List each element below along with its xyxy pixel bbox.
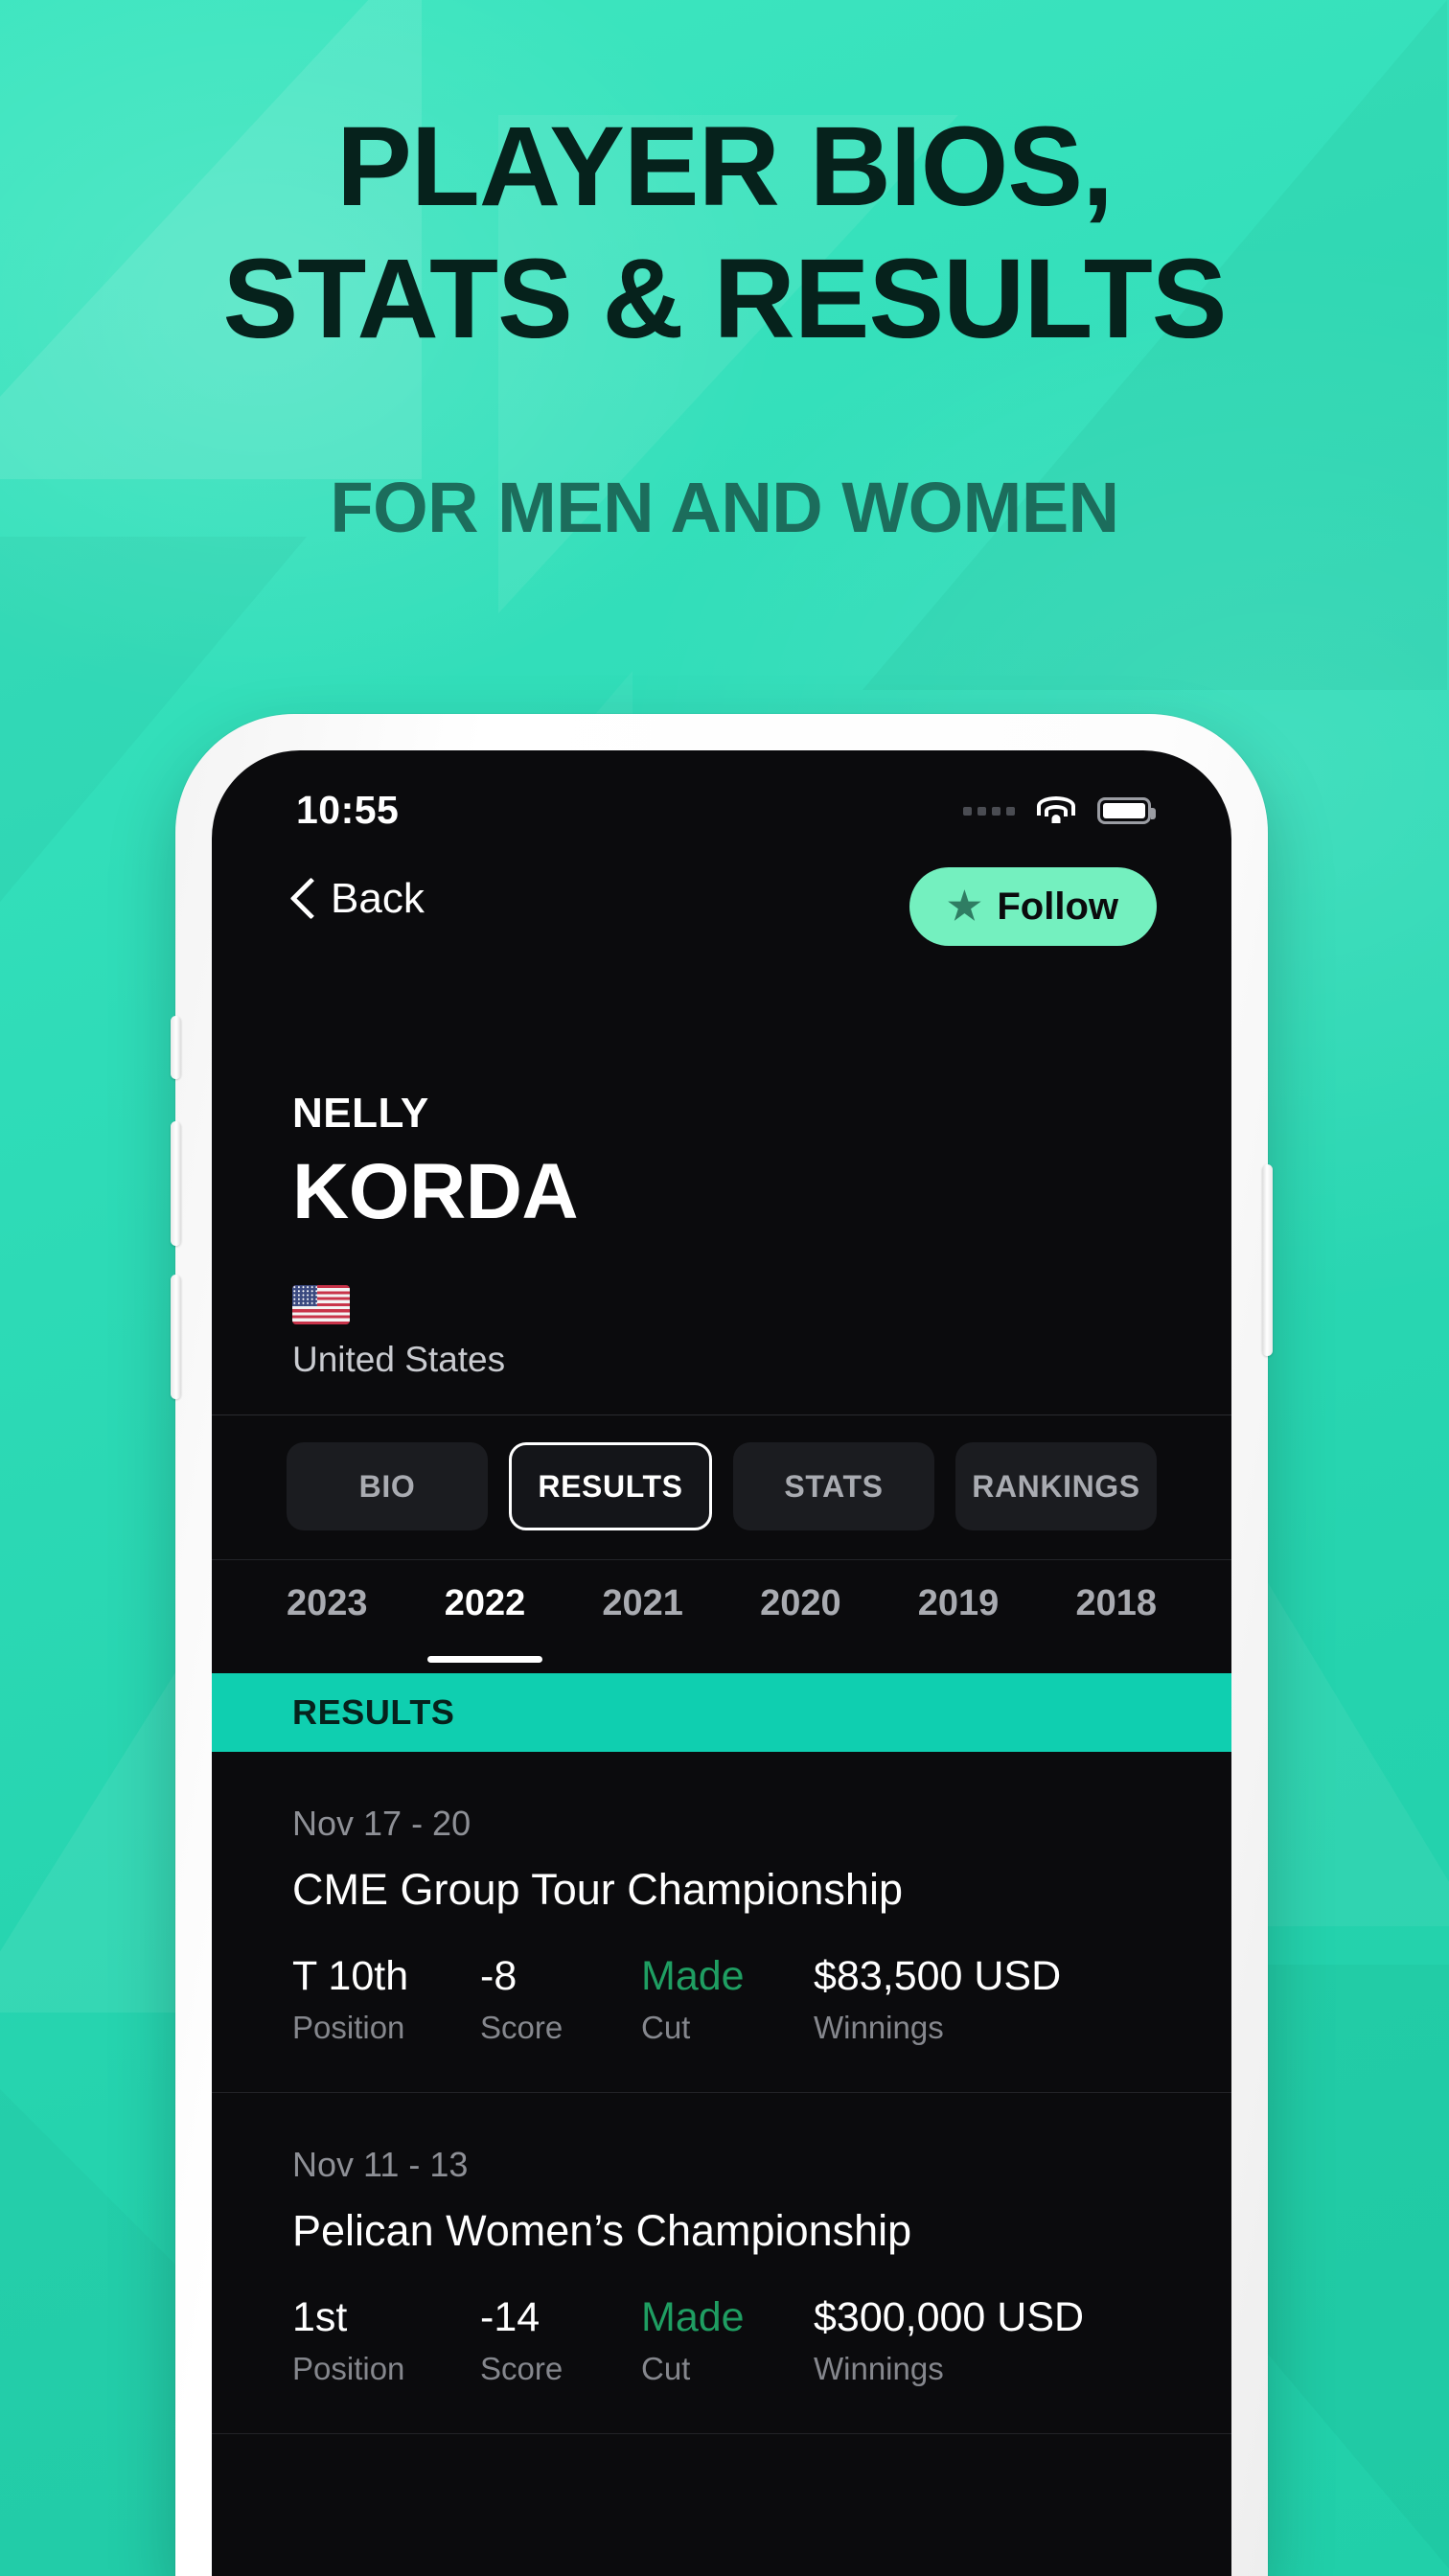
result-position: 1st Position — [292, 2294, 480, 2387]
year-tab-2018[interactable]: 2018 — [1075, 1583, 1157, 1651]
promo-subheadline: FOR MEN AND WOMEN — [330, 468, 1119, 547]
year-tab-2022[interactable]: 2022 — [426, 1583, 542, 1663]
promo-headline-line1: PLAYER BIOS, — [336, 104, 1114, 230]
follow-button-label: Follow — [997, 885, 1118, 928]
player-last-name: KORDA — [292, 1148, 579, 1235]
result-date: Nov 17 - 20 — [292, 1804, 472, 1843]
result-winnings: $83,500 USD Winnings — [814, 1953, 1061, 2046]
promo-headline: PLAYER BIOS, STATS & RESULTS — [0, 110, 1449, 363]
tab-stats[interactable]: STATS — [733, 1442, 934, 1530]
back-button-label: Back — [331, 875, 425, 922]
result-tournament-name: CME Group Tour Championship — [292, 1865, 903, 1914]
result-row[interactable]: Nov 17 - 20 CME Group Tour Championship … — [212, 1752, 1231, 2093]
year-selector: 2023 2022 2021 2020 2019 2018 — [212, 1560, 1231, 1673]
result-winnings-value: $300,000 USD — [814, 2294, 1085, 2340]
result-position-label: Position — [292, 2010, 405, 2045]
result-cut-value: Made — [641, 1953, 745, 1999]
volume-up-button[interactable] — [171, 1121, 181, 1246]
section-tabs: BIO RESULTS STATS RANKINGS — [212, 1415, 1231, 1559]
result-winnings-label: Winnings — [814, 2010, 944, 2045]
player-header: NELLY KORDA United States — [212, 967, 1231, 1380]
wifi-icon — [1036, 796, 1076, 825]
result-row[interactable]: Nov 11 - 13 Pelican Women’s Championship… — [212, 2093, 1231, 2434]
year-tab-2019[interactable]: 2019 — [918, 1583, 1000, 1651]
player-country: United States — [292, 1340, 506, 1379]
year-tab-2020[interactable]: 2020 — [760, 1583, 841, 1651]
year-tab-2023[interactable]: 2023 — [287, 1583, 368, 1651]
result-position-label: Position — [292, 2351, 405, 2386]
result-winnings-value: $83,500 USD — [814, 1953, 1062, 1999]
volume-down-button[interactable] — [171, 1275, 181, 1399]
status-bar: 10:55 — [212, 750, 1231, 854]
result-tournament-name: Pelican Women’s Championship — [292, 2206, 912, 2255]
year-tab-2021[interactable]: 2021 — [602, 1583, 683, 1651]
result-stats: T 10th Position -8 Score Made Cut $83,50… — [292, 1953, 1151, 2046]
result-score: -8 Score — [480, 1953, 641, 2046]
result-score-value: -14 — [480, 2294, 540, 2340]
result-cut-value: Made — [641, 2294, 745, 2340]
phone-mockup: 10:55 Back ★ Follow NELLY KORDA United S… — [171, 714, 1273, 2576]
status-bar-clock: 10:55 — [296, 788, 400, 832]
promo-headline-line2: STATS & RESULTS — [222, 236, 1228, 363]
result-date: Nov 11 - 13 — [292, 2145, 469, 2184]
power-button[interactable] — [1262, 1164, 1273, 1356]
result-cut-label: Cut — [641, 2010, 691, 2045]
result-score-label: Score — [480, 2351, 564, 2386]
silent-switch-button[interactable] — [171, 1016, 181, 1079]
back-button[interactable]: Back — [290, 875, 425, 923]
result-position: T 10th Position — [292, 1953, 480, 2046]
result-score-label: Score — [480, 2010, 564, 2045]
tab-stats-label: STATS — [784, 1468, 884, 1504]
navigation-bar: Back ★ Follow — [212, 854, 1231, 967]
player-flag-wrap — [292, 1285, 1231, 1324]
tab-rankings-label: RANKINGS — [972, 1468, 1140, 1504]
result-cut: Made Cut — [641, 1953, 814, 2046]
tab-results-label: RESULTS — [538, 1468, 683, 1504]
battery-full-icon — [1097, 797, 1156, 824]
follow-button[interactable]: ★ Follow — [908, 867, 1157, 946]
tab-rankings[interactable]: RANKINGS — [955, 1442, 1157, 1530]
tab-bio-label: BIO — [358, 1468, 416, 1504]
result-stats: 1st Position -14 Score Made Cut $300,000… — [292, 2294, 1151, 2387]
result-cut-label: Cut — [641, 2351, 691, 2386]
result-cut: Made Cut — [641, 2294, 814, 2387]
promo-screenshot: PLAYER BIOS, STATS & RESULTS FOR MEN AND… — [0, 0, 1449, 2576]
chevron-left-icon — [290, 878, 315, 920]
result-position-value: 1st — [292, 2294, 348, 2340]
result-position-value: T 10th — [292, 1953, 409, 1999]
status-bar-indicators — [963, 796, 1156, 825]
result-winnings-label: Winnings — [814, 2351, 944, 2386]
result-score: -14 Score — [480, 2294, 641, 2387]
tab-bio[interactable]: BIO — [287, 1442, 488, 1530]
results-section-header: RESULTS — [212, 1673, 1231, 1752]
result-score-value: -8 — [480, 1953, 518, 1999]
tab-results[interactable]: RESULTS — [509, 1442, 712, 1530]
star-icon: ★ — [947, 886, 982, 928]
us-flag-icon — [292, 1285, 350, 1324]
signal-dots-icon — [963, 806, 1015, 816]
result-winnings: $300,000 USD Winnings — [814, 2294, 1084, 2387]
phone-screen: 10:55 Back ★ Follow NELLY KORDA United S… — [212, 750, 1231, 2576]
player-first-name: NELLY — [292, 1090, 429, 1137]
